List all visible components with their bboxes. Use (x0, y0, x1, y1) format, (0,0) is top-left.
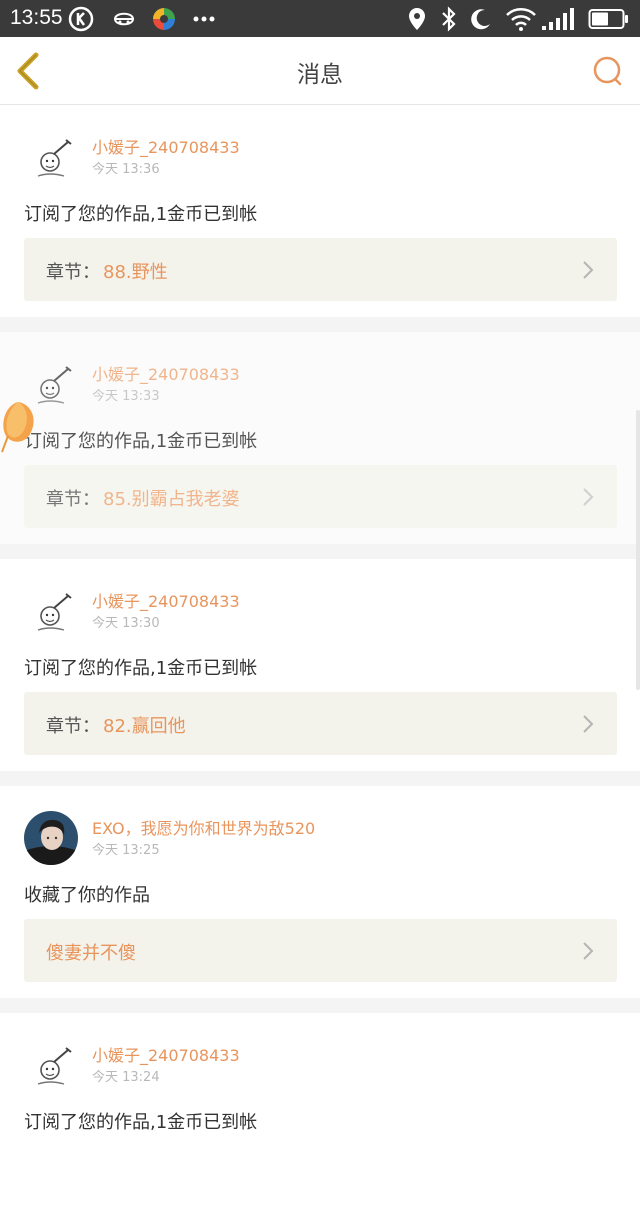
user-name[interactable]: 小媛子_240708433 (92, 134, 240, 158)
battery-icon (588, 7, 630, 31)
bluetooth-icon (440, 6, 458, 32)
avatar[interactable] (24, 584, 78, 638)
signal-icon (540, 7, 576, 31)
scrollbar[interactable] (636, 410, 640, 690)
work-title: 82.赢回他 (103, 716, 186, 737)
floating-leaf-icon (0, 398, 40, 454)
message-time: 今天 13:33 (92, 389, 160, 404)
message-card: 小媛子_240708433 今天 13:33 订阅了您的作品,1金币已到帐 章节… (0, 332, 640, 544)
message-card: EXO，我愿为你和世界为敌520 今天 13:25 收藏了你的作品 傻妻并不傻 (0, 786, 640, 998)
work-title: 85.别霸占我老婆 (103, 489, 240, 510)
k-badge-icon (68, 6, 94, 32)
avatar[interactable] (24, 811, 78, 865)
status-bar: 13:55 (0, 0, 640, 37)
work-link[interactable]: 章节： 85.别霸占我老婆 (24, 465, 617, 528)
sketch-avatar-icon (24, 1038, 78, 1092)
user-name[interactable]: EXO，我愿为你和世界为敌520 (92, 815, 315, 839)
app-ball-icon (151, 7, 177, 31)
work-label: 章节： (46, 716, 100, 737)
chevron-right-icon (583, 942, 594, 960)
sketch-avatar-icon (24, 584, 78, 638)
chevron-right-icon (583, 715, 594, 733)
work-link[interactable]: 傻妻并不傻 (24, 919, 617, 982)
message-time: 今天 13:30 (92, 616, 160, 631)
search-icon (593, 56, 622, 86)
message-card: 小媛子_240708433 今天 13:36 订阅了您的作品,1金币已到帐 章节… (0, 105, 640, 317)
work-link[interactable]: 章节： 88.野性 (24, 238, 617, 301)
status-time: 13:55 (10, 6, 63, 29)
sketch-avatar-icon (24, 130, 78, 184)
work-link[interactable]: 章节： 82.赢回他 (24, 692, 617, 755)
work-title: 傻妻并不傻 (46, 943, 136, 964)
message-text: 订阅了您的作品,1金币已到帐 (24, 1112, 258, 1133)
wifi-icon (505, 7, 537, 31)
message-text: 订阅了您的作品,1金币已到帐 (24, 204, 258, 225)
user-name[interactable]: 小媛子_240708433 (92, 361, 240, 385)
message-text: 订阅了您的作品,1金币已到帐 (24, 658, 258, 679)
page-title: 消息 (297, 62, 343, 88)
message-text: 收藏了你的作品 (24, 885, 150, 906)
search-button[interactable] (588, 51, 628, 91)
message-time: 今天 13:25 (92, 843, 160, 858)
message-card: 小媛子_240708433 今天 13:30 订阅了您的作品,1金币已到帐 章节… (0, 559, 640, 771)
nav-bar: 消息 (0, 37, 640, 105)
message-text: 订阅了您的作品,1金币已到帐 (24, 431, 258, 452)
work-label: 章节： (46, 489, 100, 510)
message-card: 小媛子_240708433 今天 13:24 订阅了您的作品,1金币已到帐 (0, 1013, 640, 1225)
location-icon (407, 7, 427, 31)
message-time: 今天 13:36 (92, 162, 160, 177)
user-name[interactable]: 小媛子_240708433 (92, 1042, 240, 1066)
moon-icon (470, 7, 492, 31)
avatar[interactable] (24, 130, 78, 184)
photo-avatar-icon (24, 811, 78, 865)
mask-icon (112, 7, 136, 31)
more-dots-icon (192, 7, 216, 31)
message-time: 今天 13:24 (92, 1070, 160, 1085)
user-name[interactable]: 小媛子_240708433 (92, 588, 240, 612)
avatar[interactable] (24, 1038, 78, 1092)
chevron-right-icon (583, 488, 594, 506)
work-label: 章节： (46, 262, 100, 283)
work-title: 88.野性 (103, 262, 168, 283)
chevron-right-icon (583, 261, 594, 279)
